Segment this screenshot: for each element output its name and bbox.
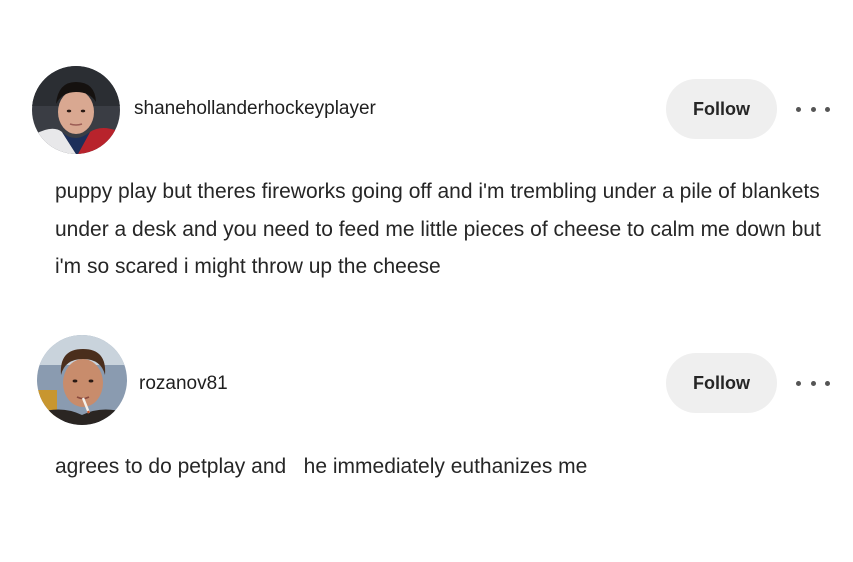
post-body-text: agrees to do petplay and he immediately …	[55, 455, 588, 478]
more-options-icon[interactable]	[796, 99, 830, 119]
avatar[interactable]	[37, 335, 127, 425]
post-body-text: puppy play but theres fireworks going of…	[55, 180, 821, 278]
username[interactable]: rozanov81	[139, 373, 228, 395]
dot	[796, 380, 801, 386]
dot	[810, 106, 816, 112]
dot	[825, 106, 830, 112]
dot	[810, 380, 816, 386]
follow-button[interactable]: Follow	[666, 79, 777, 139]
username[interactable]: shanehollanderhockeyplayer	[134, 98, 376, 120]
dot	[796, 106, 801, 112]
avatar[interactable]	[32, 66, 120, 154]
more-options-icon[interactable]	[796, 373, 830, 393]
dot	[825, 380, 830, 386]
follow-button[interactable]: Follow	[666, 353, 777, 413]
